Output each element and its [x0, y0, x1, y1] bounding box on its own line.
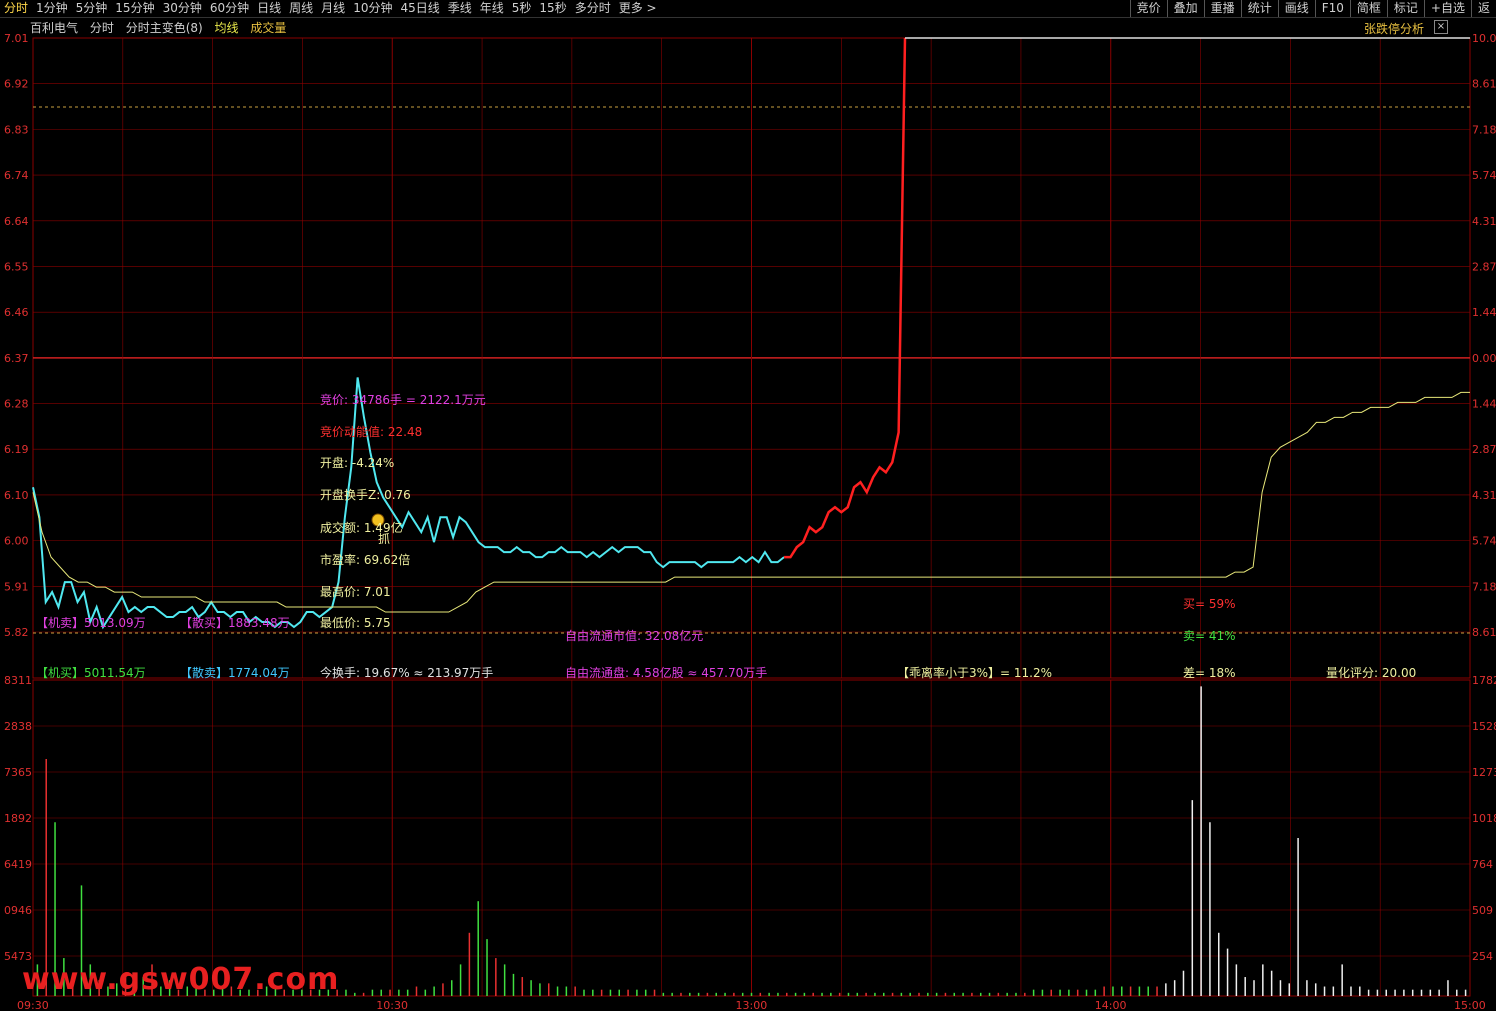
- float-mcap-text: 自由流通市值: 32.08亿元: [565, 629, 704, 643]
- inst-buy-text: 【机买】5011.54万: [36, 666, 146, 680]
- diff-text: 差= 18%: [1183, 666, 1236, 680]
- buy-ratio-text: 买= 59%: [1183, 597, 1236, 611]
- quant-score-text: 量化评分: 20.00: [1326, 666, 1417, 680]
- retail-sell-text: 【散卖】1774.04万: [180, 666, 290, 680]
- float-shares-text: 自由流通盘: 4.58亿股 ≈ 457.70万手: [565, 666, 768, 680]
- info-overlay: 竞价: 34786手 = 2122.1万元 竞价动能值: 22.48 开盘: -…: [0, 0, 1496, 1011]
- grab-marker: 抓: [378, 532, 391, 546]
- open-text: 开盘: -4.24%: [320, 456, 395, 470]
- deviation-text: 【乖离率小于3%】= 11.2%: [897, 666, 1053, 680]
- retail-buy-text: 【散买】1883.48万: [180, 616, 290, 630]
- inst-sell-text: 【机卖】5013.09万: [36, 616, 146, 630]
- auction-energy-text: 竞价动能值: 22.48: [320, 425, 423, 439]
- turnover-amount-text: 成交额: 1.49亿: [320, 521, 403, 535]
- turnover-today-text: 今换手: 19.67% ≈ 213.97万手: [320, 666, 494, 680]
- watermark: www.gsw007.com: [22, 962, 340, 997]
- pe-text: 市盈率: 69.62倍: [320, 553, 411, 567]
- high-text: 最高价: 7.01: [320, 585, 391, 599]
- open-turnover-text: 开盘换手Z: 0.76: [320, 488, 411, 502]
- low-text: 最低价: 5.75: [320, 616, 391, 630]
- auction-text: 竞价: 34786手 = 2122.1万元: [320, 393, 486, 407]
- sell-ratio-text: 卖= 41%: [1183, 629, 1236, 643]
